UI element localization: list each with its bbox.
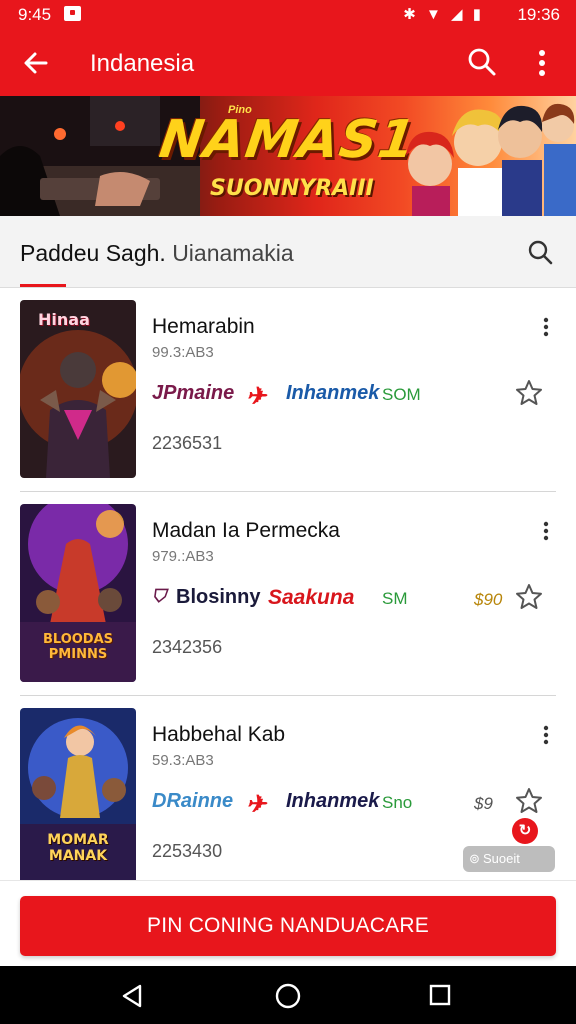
section-title: Paddeu Sagh. Uianamakia bbox=[20, 240, 294, 267]
system-nav-bar bbox=[0, 966, 576, 1024]
list-item[interactable]: Hinaa Hemarabin 99.3:AB3 JPmaine ✈ Inhan… bbox=[0, 288, 576, 492]
brand-logo-3: SOM bbox=[382, 385, 421, 404]
banner-characters-image bbox=[406, 103, 576, 216]
item-price: $9 bbox=[474, 794, 493, 813]
status-time: 9:45 bbox=[18, 5, 52, 24]
favorite-star-icon[interactable] bbox=[514, 582, 544, 612]
item-count: 2253430 bbox=[152, 841, 223, 861]
game-thumbnail[interactable]: Hinaa bbox=[20, 300, 136, 478]
status-icons: ✱ ▼ ◢ ▮ bbox=[403, 6, 484, 23]
favorite-star-icon[interactable] bbox=[514, 378, 544, 408]
brand-logo-1: JPmaine bbox=[152, 382, 235, 404]
item-count: 2236531 bbox=[152, 433, 223, 453]
game-list: Hinaa Hemarabin 99.3:AB3 JPmaine ✈ Inhan… bbox=[0, 288, 576, 880]
item-meta: 59.3:AB3 bbox=[152, 752, 214, 769]
item-name[interactable]: Hemarabin bbox=[152, 315, 255, 339]
thumbnail-title: Hinaa bbox=[38, 310, 90, 329]
back-arrow-icon[interactable] bbox=[20, 47, 52, 79]
item-more-icon[interactable] bbox=[538, 520, 554, 542]
notification-icon bbox=[64, 6, 81, 21]
banner-subtitle: SUONNYRAIII bbox=[210, 176, 374, 201]
brand-logo-1: DRainne bbox=[152, 790, 234, 812]
item-price: $90 bbox=[474, 590, 503, 609]
brand-logo-2: Inhanmek bbox=[286, 790, 380, 812]
brand-mark-icon: ✈ bbox=[246, 791, 267, 818]
brand-logo-3: Sno bbox=[382, 793, 413, 812]
brand-mark-icon: ✈ bbox=[246, 383, 267, 410]
floating-badge[interactable]: Suoeit bbox=[463, 846, 555, 872]
nav-back-icon[interactable] bbox=[120, 983, 146, 1009]
game-thumbnail[interactable]: MOMAR MANAK bbox=[20, 708, 136, 880]
status-bar: 9:45 ✱ ▼ ◢ ▮ 19:36 bbox=[0, 0, 576, 30]
thumbnail-caption: BLOODAS PMINNS bbox=[42, 632, 114, 662]
nav-home-icon[interactable] bbox=[274, 983, 302, 1011]
section-header: Paddeu Sagh. Uianamakia bbox=[0, 216, 576, 288]
list-item[interactable]: BLOODAS PMINNS Madan Ia Permecka 979.:AB… bbox=[0, 492, 576, 696]
item-count: 2342356 bbox=[152, 637, 223, 657]
section-title-sub: Uianamakia bbox=[172, 240, 294, 266]
item-name[interactable]: Habbehal Kab bbox=[152, 723, 285, 747]
app-bar: Indanesia bbox=[0, 30, 576, 96]
status-clock: 19:36 bbox=[517, 5, 560, 24]
brand-logo-1: Blosinny bbox=[176, 586, 261, 608]
search-icon[interactable] bbox=[466, 46, 498, 78]
item-meta: 979.:AB3 bbox=[152, 548, 214, 565]
nav-recents-icon[interactable] bbox=[428, 983, 452, 1009]
promo-banner[interactable]: Pino NAMAS1 SUONNYRAIII bbox=[0, 96, 576, 216]
section-search-icon[interactable] bbox=[526, 238, 554, 266]
item-meta: 99.3:AB3 bbox=[152, 344, 214, 361]
section-title-main: Paddeu Sagh. bbox=[20, 240, 166, 266]
item-more-icon[interactable] bbox=[538, 316, 554, 338]
brand-shield-icon: ⛉ bbox=[152, 586, 166, 606]
floating-app-icon[interactable]: ↻ bbox=[512, 818, 538, 844]
app-title: Indanesia bbox=[90, 50, 195, 77]
active-tab-indicator bbox=[20, 284, 66, 287]
primary-action-button[interactable]: PIN CONING NANDUACARE bbox=[20, 896, 556, 956]
brand-logo-2: Inhanmek bbox=[286, 382, 380, 404]
brand-logo-2: Saakuna bbox=[268, 586, 355, 609]
bottom-action-area: PIN CONING NANDUACARE bbox=[0, 880, 576, 966]
thumbnail-caption: MOMAR MANAK bbox=[47, 832, 109, 864]
favorite-star-icon[interactable] bbox=[514, 786, 544, 816]
item-more-icon[interactable] bbox=[538, 724, 554, 746]
more-options-icon[interactable] bbox=[530, 46, 554, 80]
brand-logo-3: SM bbox=[382, 589, 408, 608]
item-name[interactable]: Madan Ia Permecka bbox=[152, 519, 340, 543]
game-thumbnail[interactable]: BLOODAS PMINNS bbox=[20, 504, 136, 682]
